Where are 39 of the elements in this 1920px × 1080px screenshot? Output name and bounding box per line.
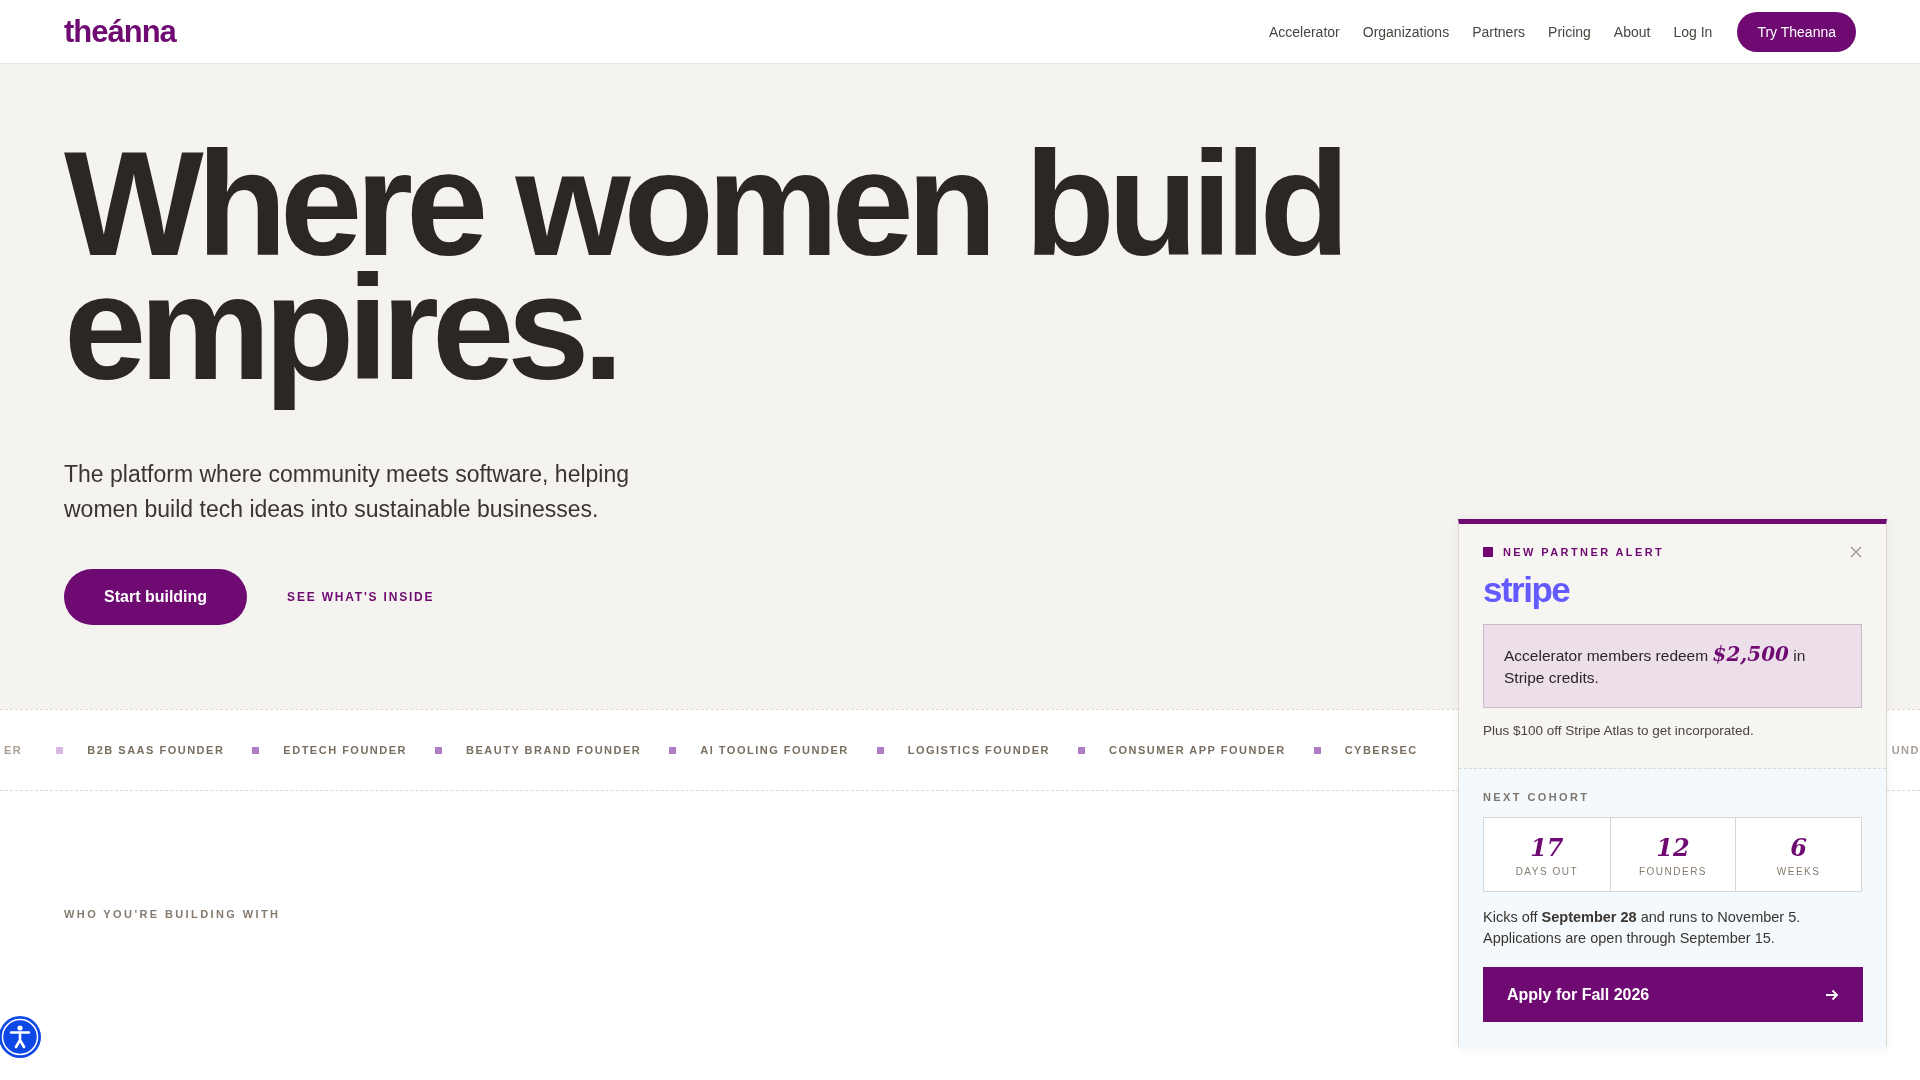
stat-value: 6	[1790, 832, 1807, 862]
close-button[interactable]	[1850, 546, 1862, 558]
cohort-details: Kicks off September 28 and runs to November 5. Applications are open through September 15.	[1483, 908, 1802, 948]
ticker-item: UND	[1891, 744, 1920, 756]
nav-link[interactable]: About	[1613, 23, 1651, 40]
ticker-item: CYBERSEC	[1344, 744, 1418, 756]
apply-button[interactable]: Apply for Fall 2026	[1483, 967, 1863, 1022]
note-text: Plus $100 off Stripe Atlas to get incorporated.	[1483, 723, 1755, 738]
nav-link[interactable]: Log In	[1673, 23, 1713, 40]
offer-text: Accelerator members redeem $2,500 in Stripe credits.	[1483, 624, 1862, 708]
stat-label: DAYS OUT	[1515, 865, 1578, 877]
stat-label: FOUNDERS	[1638, 865, 1708, 877]
try-button[interactable]: Try Theanna	[1737, 11, 1856, 52]
nav-link[interactable]: Accelerator	[1268, 23, 1340, 40]
nav-link[interactable]: Partners	[1472, 23, 1526, 40]
headline: Where women build empires.	[64, 122, 1343, 412]
nav-link[interactable]: Organizations	[1362, 23, 1450, 40]
arrow-icon	[1825, 988, 1839, 1001]
ticker-item: AI TOOLING FOUNDER	[700, 744, 849, 756]
nav-link[interactable]: Pricing	[1548, 23, 1591, 40]
inside-link[interactable]: SEE WHAT'S INSIDE	[287, 590, 435, 604]
ticker-item: B2B SAAS FOUNDER	[87, 744, 225, 756]
subtitle: The platform where community meets software, helping women build tech ideas into sustainable businesses.	[64, 460, 631, 524]
alert-label: NEW PARTNER ALERT	[1503, 546, 1665, 558]
start-button[interactable]: Start building	[64, 569, 248, 625]
ticker-item: BEAUTY BRAND FOUNDER	[466, 744, 642, 756]
accessibility-button[interactable]	[0, 1015, 42, 1059]
ticker-item: CONSUMER APP FOUNDER	[1108, 744, 1286, 756]
logo[interactable]: theánna	[64, 13, 176, 50]
stat-value: 12	[1656, 832, 1690, 862]
stat-value: 17	[1530, 832, 1564, 862]
partner-logo: stripe	[1483, 570, 1570, 610]
ticker-item: ER	[4, 744, 23, 756]
cohort-label: NEXT COHORT	[1483, 791, 1591, 803]
ticker-item: EDTECH FOUNDER	[283, 744, 408, 756]
stat-label: WEEKS	[1776, 865, 1821, 877]
ticker-item: LOGISTICS FOUNDER	[907, 744, 1050, 756]
square-icon	[1483, 547, 1493, 557]
section-label: WHO YOU'RE BUILDING WITH	[64, 908, 281, 920]
